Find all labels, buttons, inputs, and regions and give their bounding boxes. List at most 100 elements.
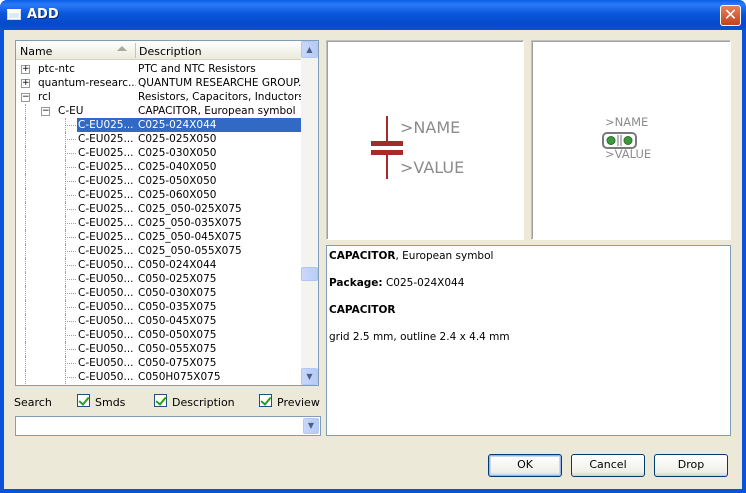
tree-connector <box>65 181 76 182</box>
preview-checkbox[interactable] <box>259 394 272 407</box>
smds-label[interactable]: Smds <box>95 396 125 409</box>
tree-row-name: C-EU025... <box>78 175 134 187</box>
sort-ascending-icon <box>117 46 127 51</box>
symbol-plate-top <box>371 141 403 146</box>
tree-row[interactable]: C-EU025... C025-025X050 <box>16 132 301 146</box>
tree-row[interactable]: C-EU025... C025_050-055X075 <box>16 244 301 258</box>
close-button[interactable]: ✕ <box>720 5 741 26</box>
description-heading: CAPACITOR <box>329 304 728 317</box>
tree-connector <box>65 307 76 308</box>
tree-connector <box>25 300 26 314</box>
tree-row[interactable]: C-EU025... C025_050-025X075 <box>16 202 301 216</box>
tree-row-description: C025-060X050 <box>138 189 217 201</box>
tree-connector <box>25 118 26 132</box>
tree-connector <box>25 370 26 384</box>
tree-row[interactable]: C-EU025... C025-040X050 <box>16 160 301 174</box>
tree-vertical-scrollbar[interactable]: ▲ ▼ <box>301 41 318 385</box>
tree-connector <box>25 244 26 258</box>
description-title-rest: , European symbol <box>395 250 494 262</box>
tree-connector <box>65 188 66 202</box>
tree-connector <box>65 286 66 300</box>
tree-header: Name Description <box>16 41 301 60</box>
tree-row-name: C-EU050... <box>78 357 134 369</box>
package-value: C025-024X044 <box>382 277 465 289</box>
capacitor-symbol <box>371 116 403 179</box>
tree-row[interactable]: C-EU050... C050-050X075 <box>16 328 301 342</box>
tree-row[interactable]: C-EU025... C025_050-035X075 <box>16 216 301 230</box>
column-header-name[interactable]: Name <box>20 45 52 58</box>
tree-connector <box>25 132 26 146</box>
tree-row-name: C-EU050... <box>78 343 134 355</box>
tree-row[interactable]: C-EU050... C050-075X075 <box>16 356 301 370</box>
search-label: Search <box>14 396 52 409</box>
tree-row[interactable]: C-EU050... C050-045X075 <box>16 314 301 328</box>
preview-label[interactable]: Preview <box>277 396 320 409</box>
tree-row[interactable]: + ptc-ntc PTC and NTC Resistors <box>16 62 301 76</box>
tree-row[interactable]: − rcl Resistors, Capacitors, Inductors <box>16 90 301 104</box>
tree-row-name: C-EU <box>58 105 84 117</box>
scroll-down-button[interactable]: ▼ <box>301 368 318 385</box>
title-bar[interactable]: ADD ✕ <box>0 0 746 30</box>
package-label: Package: <box>329 277 383 289</box>
tree-connector <box>25 356 26 370</box>
tree-row[interactable]: C-EU025... C025-030X050 <box>16 146 301 160</box>
tree-row[interactable]: C-EU025... C025-060X050 <box>16 188 301 202</box>
tree-row-description: C025-030X050 <box>138 147 217 159</box>
tree-row-name: quantum-researc... <box>38 77 136 89</box>
tree-connector <box>65 321 76 322</box>
expand-icon[interactable]: + <box>21 79 30 88</box>
collapse-icon[interactable]: − <box>21 93 30 102</box>
add-dialog: ADD ✕ Name Description + ptc-ntc PTC and N… <box>0 0 746 493</box>
window-title: ADD <box>27 7 59 22</box>
tree-connector <box>65 174 66 188</box>
tree-row[interactable]: C-EU025... C025_050-045X075 <box>16 230 301 244</box>
tree-connector <box>65 370 66 384</box>
tree-row[interactable]: C-EU050... C050H075X075 <box>16 370 301 384</box>
tree-connector <box>65 202 66 216</box>
column-divider[interactable] <box>135 43 136 58</box>
expand-icon[interactable]: + <box>21 65 30 74</box>
tree-row-description: C050-035X075 <box>138 301 217 313</box>
tree-row[interactable]: − C-EU CAPACITOR, European symbol <box>16 104 301 118</box>
ok-button[interactable]: OK <box>488 454 562 477</box>
tree-row-description: C050-024X044 <box>138 259 217 271</box>
tree-row[interactable]: C-EU050... C050-030X075 <box>16 286 301 300</box>
pad-2 <box>623 136 633 145</box>
scroll-up-button[interactable]: ▲ <box>301 41 318 58</box>
symbol-preview: >NAME >VALUE <box>326 40 524 240</box>
tree-row-name: C-EU025... <box>78 189 134 201</box>
tree-row-description: C025_050-025X075 <box>138 203 242 215</box>
scroll-thumb[interactable] <box>301 267 318 281</box>
search-combobox[interactable]: ▼ <box>15 416 321 436</box>
tree-connector <box>65 300 66 314</box>
description-title-bold: CAPACITOR <box>329 250 396 262</box>
tree-row[interactable]: C-EU025... C025-024X044 <box>16 118 301 132</box>
tree-connector <box>65 216 66 230</box>
dialog-body: Name Description + ptc-ntc PTC and NTC Res… <box>4 30 742 489</box>
tree-connector <box>65 293 76 294</box>
tree-row[interactable]: C-EU050... C050-025X075 <box>16 272 301 286</box>
drop-button[interactable]: Drop <box>654 454 728 477</box>
tree-row[interactable]: C-EU050... C050-024X044 <box>16 258 301 272</box>
tree-row-name: C-EU050... <box>78 273 134 285</box>
description-heading-text: CAPACITOR <box>329 304 396 316</box>
tree-row[interactable]: + quantum-researc... QUANTUM RESEARCHE GRO… <box>16 76 301 90</box>
tree-rows: + ptc-ntc PTC and NTC Resistors + quantum-re… <box>16 62 301 385</box>
collapse-icon[interactable]: − <box>41 107 50 116</box>
tree-connector <box>25 286 26 300</box>
description-label[interactable]: Description <box>172 396 235 409</box>
cancel-button[interactable]: Cancel <box>571 454 645 477</box>
tree-row[interactable]: C-EU025... C025-050X050 <box>16 174 301 188</box>
tree-row-description: C050-030X075 <box>138 287 217 299</box>
tree-connector <box>65 244 66 258</box>
tree-row[interactable]: C-EU050... C050-055X075 <box>16 342 301 356</box>
tree-row[interactable]: C-EU050... C050-035X075 <box>16 300 301 314</box>
library-tree[interactable]: Name Description + ptc-ntc PTC and NTC Res… <box>15 40 319 386</box>
smds-checkbox[interactable] <box>77 394 90 407</box>
tree-row-name: C-EU025... <box>78 245 134 257</box>
column-header-description[interactable]: Description <box>139 45 202 58</box>
tree-connector <box>65 363 76 364</box>
description-checkbox[interactable] <box>154 394 167 407</box>
chevron-down-icon: ▼ <box>307 421 315 430</box>
search-dropdown-button[interactable]: ▼ <box>303 418 319 434</box>
